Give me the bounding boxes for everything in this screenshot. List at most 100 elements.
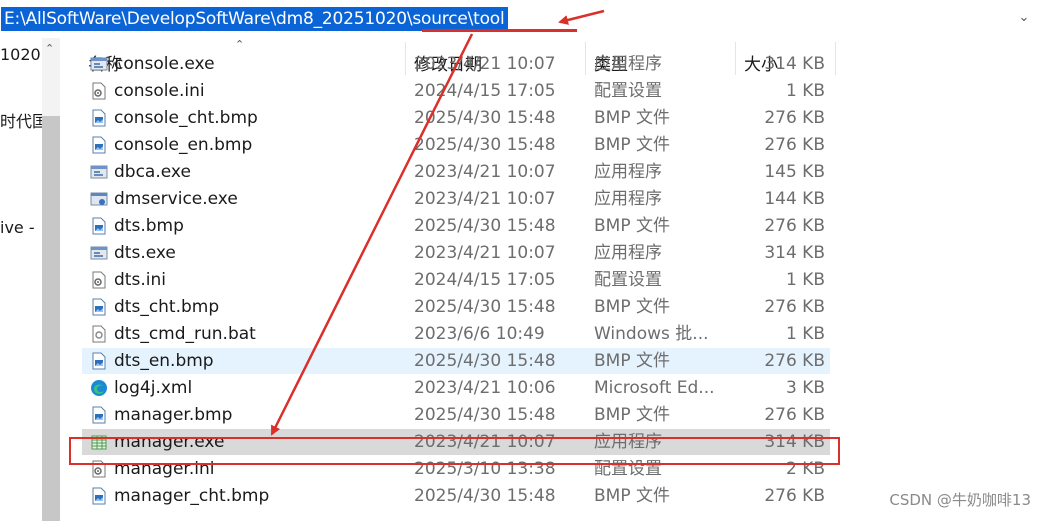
file-size: 314 KB <box>764 54 825 74</box>
file-row[interactable]: manager.ini 2025/3/10 13:38 配置设置 2 KB <box>82 456 830 482</box>
file-size: 3 KB <box>785 378 825 398</box>
file-row[interactable]: console.ini 2024/4/15 17:05 配置设置 1 KB <box>82 78 830 104</box>
annotation-underline <box>422 29 577 32</box>
nav-item[interactable]: 1020 <box>0 45 41 64</box>
file-modified-date: 2025/4/30 15:48 <box>414 108 556 128</box>
file-type: BMP 文件 <box>594 486 670 506</box>
file-name: console_en.bmp <box>114 135 253 155</box>
file-row[interactable]: console_en.bmp 2025/4/30 15:48 BMP 文件 276 K… <box>82 132 830 158</box>
file-row[interactable]: dts_cht.bmp 2025/4/30 15:48 BMP 文件 276 KB <box>82 294 830 320</box>
file-modified-date: 2024/4/15 17:05 <box>414 81 556 101</box>
image-file-icon <box>92 217 106 235</box>
column-divider[interactable] <box>835 42 836 75</box>
file-type: BMP 文件 <box>594 297 670 317</box>
chevron-down-icon[interactable]: ⌄ <box>1015 9 1033 27</box>
file-row[interactable]: manager_cht.bmp 2025/4/30 15:48 BMP 文件 276 … <box>82 483 830 509</box>
file-type: 应用程序 <box>594 189 662 209</box>
exe-icon <box>90 246 108 260</box>
address-path-selected[interactable]: E:\AllSoftWare\DevelopSoftWare\dm8_20251… <box>1 7 508 31</box>
file-name: log4j.xml <box>114 378 193 398</box>
file-size: 144 KB <box>764 189 825 209</box>
file-size: 276 KB <box>764 486 825 506</box>
nav-item[interactable]: ive - <box>0 218 35 237</box>
file-row[interactable]: manager.exe 2023/4/21 10:07 应用程序 314 KB <box>82 429 830 455</box>
file-row[interactable]: dts.ini 2024/4/15 17:05 配置设置 1 KB <box>82 267 830 293</box>
file-size: 276 KB <box>764 297 825 317</box>
file-row[interactable]: dts.exe 2023/4/21 10:07 应用程序 314 KB <box>82 240 830 266</box>
file-modified-date: 2024/4/15 17:05 <box>414 270 556 290</box>
file-row[interactable]: manager.bmp 2025/4/30 15:48 BMP 文件 276 KB <box>82 402 830 428</box>
file-row[interactable]: dts_cmd_run.bat 2023/6/6 10:49 Windows 批..… <box>82 321 830 347</box>
file-modified-date: 2023/4/21 10:06 <box>414 378 556 398</box>
file-type: Windows 批... <box>594 324 709 344</box>
file-modified-date: 2023/4/21 10:07 <box>414 189 556 209</box>
file-modified-date: 2025/4/30 15:48 <box>414 351 556 371</box>
file-type: 配置设置 <box>594 81 662 101</box>
file-modified-date: 2025/4/30 15:48 <box>414 135 556 155</box>
nav-item[interactable]: 时代国 <box>0 108 48 132</box>
file-row[interactable]: log4j.xml 2023/4/21 10:06 Microsoft Ed... 3… <box>82 375 830 401</box>
file-size: 276 KB <box>764 135 825 155</box>
image-file-icon <box>92 487 106 505</box>
exe-icon <box>90 57 108 71</box>
file-name: console.ini <box>114 81 205 101</box>
file-row[interactable]: dbca.exe 2023/4/21 10:07 应用程序 145 KB <box>82 159 830 185</box>
file-size: 1 KB <box>785 270 825 290</box>
file-type: BMP 文件 <box>594 216 670 236</box>
file-type: BMP 文件 <box>594 405 670 425</box>
nav-scrollbar-thumb[interactable] <box>42 116 60 521</box>
file-name: dmservice.exe <box>114 189 238 209</box>
sort-ascending-icon: ⌃ <box>235 38 245 51</box>
file-name: console.exe <box>114 54 215 74</box>
file-name: dts.exe <box>114 243 176 263</box>
file-type: 配置设置 <box>594 270 662 290</box>
file-row[interactable]: console.exe 2023/4/21 10:07 应用程序 314 KB <box>82 51 830 77</box>
chevron-up-icon[interactable]: ⌃ <box>45 42 54 55</box>
file-name: dts.ini <box>114 270 166 290</box>
address-bar[interactable]: E:\AllSoftWare\DevelopSoftWare\dm8_20251… <box>0 0 1037 39</box>
file-name: dts_en.bmp <box>114 351 214 371</box>
settings-file-icon <box>92 82 106 100</box>
watermark: CSDN @牛奶咖啡13 <box>889 491 1031 509</box>
file-modified-date: 2025/4/30 15:48 <box>414 405 556 425</box>
file-modified-date: 2023/4/21 10:07 <box>414 54 556 74</box>
file-size: 276 KB <box>764 216 825 236</box>
file-size: 276 KB <box>764 108 825 128</box>
image-file-icon <box>92 109 106 127</box>
file-row[interactable]: console_cht.bmp 2025/4/30 15:48 BMP 文件 276 … <box>82 105 830 131</box>
file-name: dts.bmp <box>114 216 184 236</box>
file-name: manager_cht.bmp <box>114 486 270 506</box>
file-type: 应用程序 <box>594 432 662 452</box>
file-modified-date: 2023/4/21 10:07 <box>414 162 556 182</box>
file-name: manager.ini <box>114 459 215 479</box>
file-modified-date: 2025/4/30 15:48 <box>414 297 556 317</box>
image-file-icon <box>92 406 106 424</box>
file-size: 276 KB <box>764 405 825 425</box>
file-type: 应用程序 <box>594 162 662 182</box>
file-modified-date: 2025/4/30 15:48 <box>414 486 556 506</box>
file-name: dts_cht.bmp <box>114 297 220 317</box>
file-modified-date: 2025/4/30 15:48 <box>414 216 556 236</box>
file-size: 276 KB <box>764 351 825 371</box>
file-modified-date: 2025/3/10 13:38 <box>414 459 556 479</box>
file-type: BMP 文件 <box>594 135 670 155</box>
file-row[interactable]: dts.bmp 2025/4/30 15:48 BMP 文件 276 KB <box>82 213 830 239</box>
file-size: 2 KB <box>785 459 825 479</box>
image-file-icon <box>92 352 106 370</box>
edge-icon <box>91 380 107 396</box>
file-list: ⌃ 名称 修改日期 类型 大小 console.exe2023/4/21 10:… <box>60 38 1037 521</box>
file-size: 314 KB <box>764 243 825 263</box>
exe-icon <box>90 165 108 179</box>
file-type: BMP 文件 <box>594 108 670 128</box>
service-exe-icon <box>90 192 108 206</box>
file-size: 314 KB <box>764 432 825 452</box>
file-modified-date: 2023/4/21 10:07 <box>414 432 556 452</box>
file-type: BMP 文件 <box>594 351 670 371</box>
table-exe-icon <box>91 435 107 450</box>
file-row[interactable]: dmservice.exe 2023/4/21 10:07 应用程序 144 KB <box>82 186 830 212</box>
settings-file-icon <box>92 271 106 289</box>
file-row[interactable]: dts_en.bmp 2025/4/30 15:48 BMP 文件 276 KB <box>82 348 830 374</box>
file-modified-date: 2023/6/6 10:49 <box>414 324 545 344</box>
file-name: dbca.exe <box>114 162 191 182</box>
file-type: 应用程序 <box>594 243 662 263</box>
